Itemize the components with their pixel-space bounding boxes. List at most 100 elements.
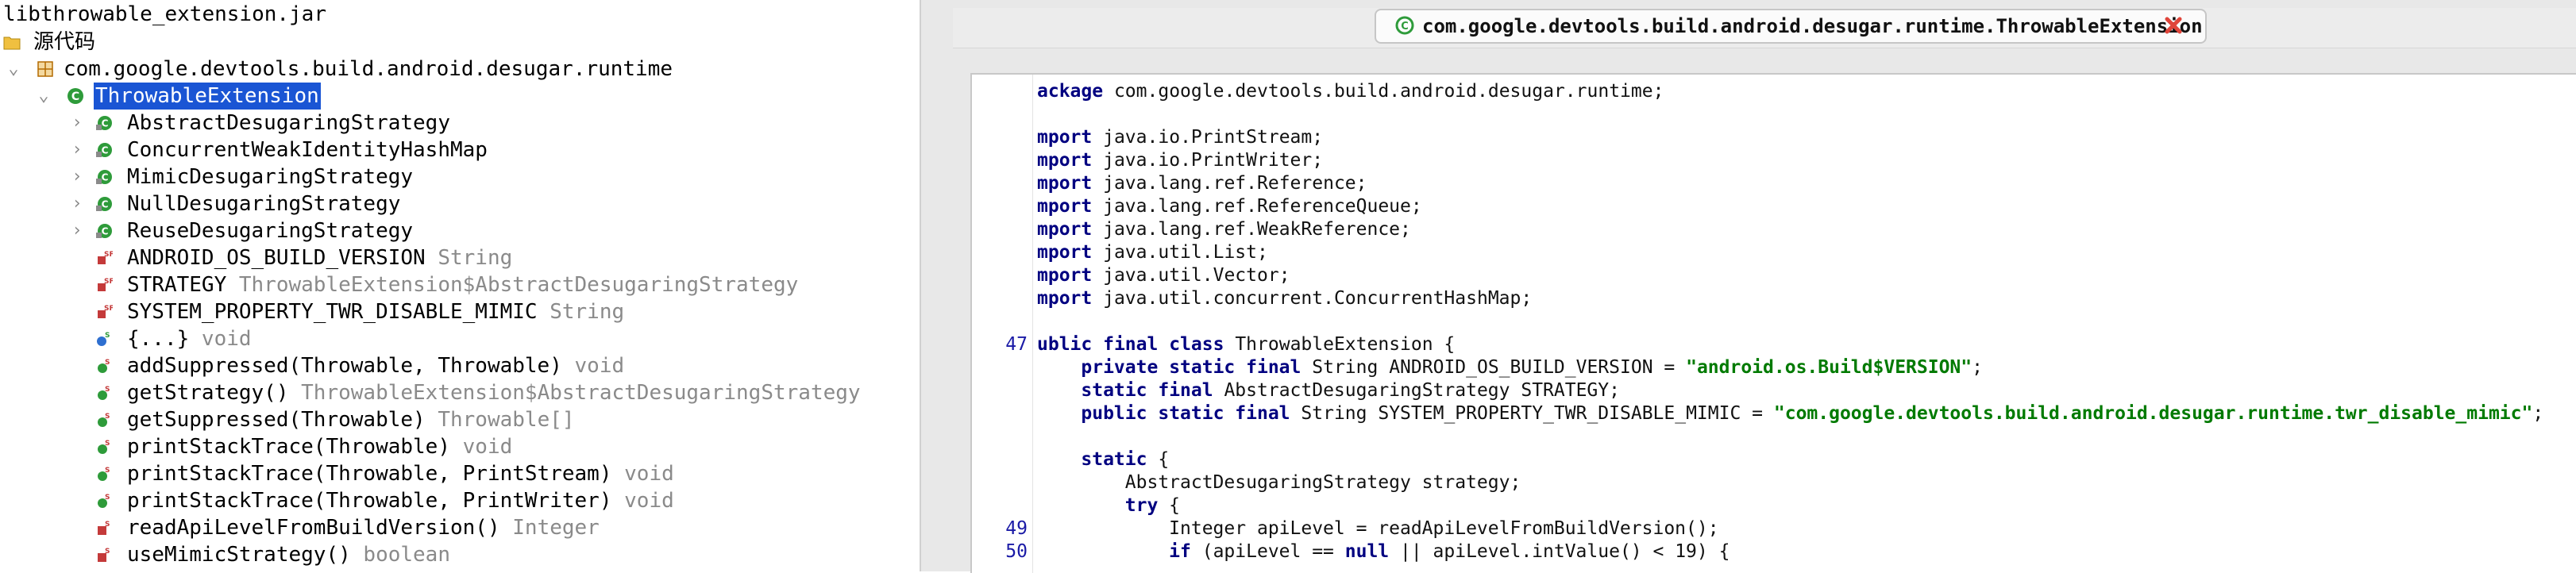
editor-tab-title: com.google.devtools.build.android.desuga…: [1422, 15, 2203, 37]
line-number: [972, 263, 1028, 287]
member-type: Throwable[]: [425, 408, 575, 432]
editor-area: C com.google.devtools.build.android.desu…: [921, 0, 2576, 573]
member-name: printStackTrace(Throwable, PrintStream): [127, 462, 612, 486]
svg-text:SF: SF: [104, 278, 113, 286]
member-label: STRATEGY ThrowableExtension$AbstractDesu…: [127, 271, 798, 298]
line-number: [972, 379, 1028, 402]
chevron-down-icon[interactable]: ⌄: [35, 87, 52, 105]
code-line: mport java.lang.ref.Reference;: [1037, 173, 1367, 194]
nested-class-label: AbstractDesugaringStrategy: [127, 111, 450, 135]
svg-text:S: S: [105, 359, 110, 367]
static-method-icon: S: [98, 467, 110, 481]
nested-class-label: MimicDesugaringStrategy: [127, 165, 414, 189]
member-type: String: [537, 300, 625, 324]
member-label: {...} void: [127, 325, 252, 352]
private-static-method-icon: S: [98, 521, 110, 535]
nested-class-icon: C: [96, 224, 112, 238]
member-name: getSuppressed(Throwable): [127, 408, 426, 432]
line-number: [972, 79, 1028, 103]
code-line: try {: [1124, 495, 1181, 516]
svg-text:C: C: [102, 226, 109, 237]
member-label: readApiLevelFromBuildVersion() Integer: [127, 514, 600, 541]
editor-tab[interactable]: C com.google.devtools.build.android.desu…: [1375, 9, 2207, 44]
code-line: mport java.util.Vector;: [1037, 265, 1290, 286]
member-label: printStackTrace(Throwable, PrintStream) …: [127, 460, 674, 487]
static-method-icon: S: [98, 386, 110, 400]
code-editor[interactable]: 47 49 50 ackage com.google.devtools.build.…: [970, 73, 2576, 573]
member-type: ThrowableExtension$AbstractDesugaringStr…: [226, 273, 799, 297]
line-number: 49: [1005, 518, 1028, 539]
chevron-down-icon[interactable]: ⌄: [5, 60, 22, 78]
static-method-icon: S: [98, 440, 110, 454]
svg-text:S: S: [105, 386, 110, 394]
code-line: ublic final class ThrowableExtension {: [1037, 334, 1456, 355]
member-type: void: [611, 489, 674, 513]
nested-class-icon: C: [96, 143, 112, 157]
nested-class-label: ReuseDesugaringStrategy: [127, 219, 414, 243]
member-type: void: [611, 462, 674, 486]
member-name: ANDROID_OS_BUILD_VERSION: [127, 246, 426, 270]
chevron-right-icon[interactable]: ›: [68, 195, 86, 213]
member-name: getStrategy(): [127, 381, 289, 405]
chevron-right-icon[interactable]: ›: [68, 114, 86, 132]
line-number: [972, 125, 1028, 149]
code-line: Integer apiLevel = readApiLevelFromBuild…: [1169, 518, 1719, 539]
member-type: boolean: [350, 543, 450, 567]
member-label: SYSTEM_PROPERTY_TWR_DISABLE_MIMIC String: [127, 298, 624, 325]
private-static-method-icon: S: [98, 548, 110, 562]
code-line: mport java.lang.ref.ReferenceQueue;: [1037, 196, 1422, 217]
package-label: com.google.devtools.build.android.desuga…: [64, 57, 673, 81]
svg-text:S: S: [105, 494, 110, 502]
code-line: static final AbstractDesugaringStrategy …: [1081, 380, 1620, 401]
chevron-right-icon[interactable]: ›: [68, 222, 86, 240]
member-name: SYSTEM_PROPERTY_TWR_DISABLE_MIMIC: [127, 300, 538, 324]
nested-class-icon: C: [96, 170, 112, 184]
static-method-icon: S: [98, 359, 110, 373]
svg-text:C: C: [1401, 21, 1409, 33]
svg-text:C: C: [102, 145, 109, 156]
editor-tab-bar: C com.google.devtools.build.android.desu…: [953, 8, 2576, 48]
member-type: void: [561, 354, 625, 378]
line-number: 47: [1005, 334, 1028, 355]
member-type: void: [450, 435, 513, 459]
static-final-field-icon: SF: [98, 251, 113, 264]
svg-text:S: S: [105, 467, 110, 475]
member-type: Integer: [499, 516, 600, 540]
member-label: getStrategy() ThrowableExtension$Abstrac…: [127, 379, 861, 406]
member-label: printStackTrace(Throwable, PrintWriter) …: [127, 487, 674, 514]
member-name: useMimicStrategy(): [127, 543, 351, 567]
member-type: void: [189, 327, 252, 351]
chevron-right-icon[interactable]: ›: [68, 141, 86, 159]
member-label: addSuppressed(Throwable, Throwable) void: [127, 352, 624, 379]
static-final-field-icon: SF: [98, 278, 113, 291]
member-label: ANDROID_OS_BUILD_VERSION String: [127, 244, 512, 271]
chevron-right-icon[interactable]: ›: [68, 168, 86, 186]
svg-text:C: C: [71, 90, 79, 103]
line-number: [972, 402, 1028, 425]
member-label: getSuppressed(Throwable) Throwable[]: [127, 406, 575, 433]
nested-class-icon: C: [96, 197, 112, 211]
line-number: [972, 194, 1028, 218]
source-folder-label: 源代码: [33, 30, 96, 54]
jar-name: libthrowable_extension.jar: [3, 2, 326, 26]
member-name: printStackTrace(Throwable, PrintWriter): [127, 489, 612, 513]
line-number: [972, 286, 1028, 310]
line-number: [972, 471, 1028, 494]
line-number: [972, 240, 1028, 264]
svg-text:S: S: [105, 440, 110, 448]
static-initializer-icon: S: [97, 332, 110, 346]
close-icon[interactable]: [2161, 13, 2185, 37]
class-icon: C: [67, 88, 83, 104]
line-number: [972, 310, 1028, 333]
member-name: readApiLevelFromBuildVersion(): [127, 516, 500, 540]
line-number: [972, 494, 1028, 517]
static-method-icon: S: [98, 494, 110, 508]
member-label: useMimicStrategy() boolean: [127, 541, 450, 568]
line-number: [972, 102, 1028, 126]
static-final-field-icon: SF: [98, 305, 113, 318]
member-name: {...}: [127, 327, 190, 351]
member-type: ThrowableExtension$AbstractDesugaringStr…: [288, 381, 861, 405]
line-number: 50: [1005, 541, 1028, 562]
svg-text:S: S: [105, 332, 110, 340]
svg-text:C: C: [102, 118, 109, 129]
